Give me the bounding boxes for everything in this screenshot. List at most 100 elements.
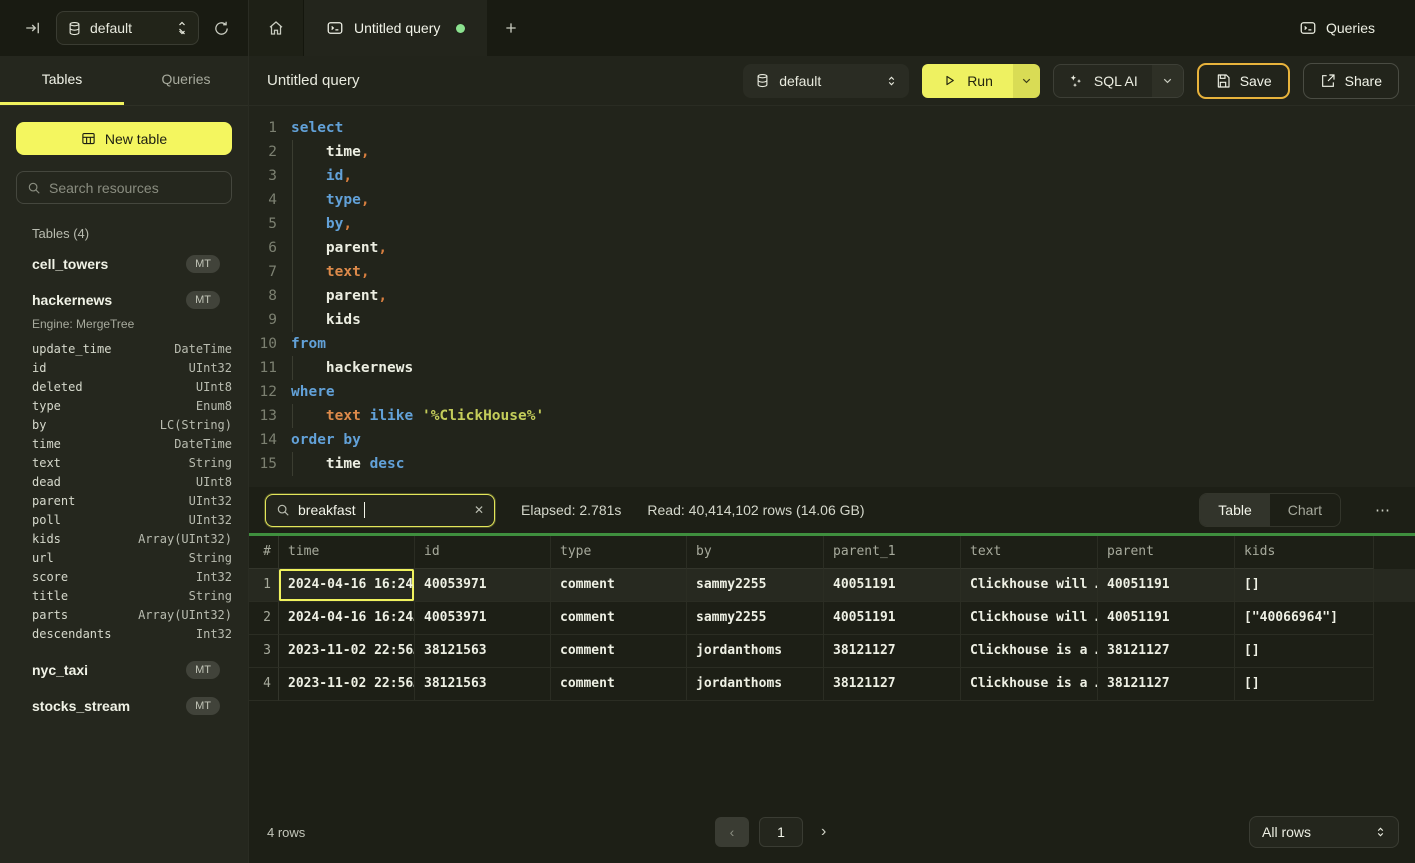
new-table-button[interactable]: New table — [16, 122, 232, 155]
table-cell[interactable]: Clickhouse will … — [961, 569, 1098, 602]
table-cell[interactable]: jordanthoms — [687, 668, 824, 701]
run-options-caret[interactable] — [1013, 64, 1040, 98]
collapse-sidebar-button[interactable] — [20, 15, 46, 41]
prev-page-button[interactable]: ‹ — [715, 817, 749, 847]
table-cell[interactable]: 40053971 — [415, 602, 551, 635]
table-cell[interactable]: 38121127 — [1098, 635, 1235, 668]
table-column-row[interactable]: byLC(String) — [16, 415, 232, 434]
new-tab-button[interactable] — [487, 0, 535, 56]
code-line[interactable]: 6 parent, — [249, 236, 1415, 260]
column-header-text[interactable]: text — [961, 536, 1098, 569]
queries-button[interactable]: Queries — [1283, 0, 1415, 56]
table-cell[interactable]: Clickhouse will … — [961, 602, 1098, 635]
more-options-button[interactable]: ⋯ — [1367, 497, 1399, 523]
table-column-row[interactable]: descendantsInt32 — [16, 624, 232, 643]
table-cell[interactable]: 40053971 — [415, 569, 551, 602]
table-column-row[interactable]: pollUInt32 — [16, 510, 232, 529]
table-cell[interactable]: [] — [1235, 635, 1374, 668]
column-header-parent[interactable]: parent — [1098, 536, 1235, 569]
column-header-type[interactable]: type — [551, 536, 687, 569]
table-cell[interactable]: 2023-11-02 22:56… — [279, 668, 415, 701]
table-cell[interactable]: comment — [551, 668, 687, 701]
table-cell[interactable]: [] — [1235, 569, 1374, 602]
run-button[interactable]: Run — [922, 64, 1040, 98]
table-cell[interactable]: sammy2255 — [687, 569, 824, 602]
clear-search-button[interactable]: ✕ — [474, 503, 484, 517]
table-cell[interactable]: 2023-11-02 22:56… — [279, 635, 415, 668]
sidebar-table-nyc_taxi[interactable]: nyc_taxiMT — [16, 653, 232, 687]
code-line[interactable]: 3 id, — [249, 164, 1415, 188]
share-button[interactable]: Share — [1303, 63, 1399, 99]
code-line[interactable]: 2 time, — [249, 140, 1415, 164]
table-cell[interactable]: jordanthoms — [687, 635, 824, 668]
view-toggle-table[interactable]: Table — [1200, 494, 1269, 526]
column-header-time[interactable]: time — [279, 536, 415, 569]
table-column-row[interactable]: typeEnum8 — [16, 396, 232, 415]
table-column-row[interactable]: deadUInt8 — [16, 472, 232, 491]
sql-ai-main[interactable]: SQL AI — [1054, 65, 1152, 97]
table-column-row[interactable]: textString — [16, 453, 232, 472]
table-cell[interactable]: 40051191 — [1098, 569, 1235, 602]
table-cell[interactable]: 38121127 — [1098, 668, 1235, 701]
sidebar-tab-tables[interactable]: Tables — [0, 56, 124, 105]
table-cell[interactable]: comment — [551, 635, 687, 668]
table-cell[interactable]: 38121563 — [415, 668, 551, 701]
table-column-row[interactable]: scoreInt32 — [16, 567, 232, 586]
table-cell[interactable]: sammy2255 — [687, 602, 824, 635]
sidebar-table-hackernews[interactable]: hackernewsMT — [16, 283, 232, 317]
results-search[interactable]: breakfast ✕ — [265, 494, 495, 527]
query-database-selector[interactable]: default — [743, 64, 909, 98]
table-cell[interactable]: 38121563 — [415, 635, 551, 668]
table-column-row[interactable]: deletedUInt8 — [16, 377, 232, 396]
table-cell[interactable]: 38121127 — [824, 635, 961, 668]
table-cell[interactable]: comment — [551, 602, 687, 635]
sidebar-tab-queries[interactable]: Queries — [124, 56, 248, 105]
table-column-row[interactable]: update_timeDateTime — [16, 339, 232, 358]
code-line[interactable]: 7 text, — [249, 260, 1415, 284]
sql-ai-button[interactable]: SQL AI — [1053, 64, 1184, 98]
code-line[interactable]: 10from — [249, 332, 1415, 356]
code-line[interactable]: 15 time desc — [249, 452, 1415, 476]
database-selector[interactable]: default — [56, 11, 199, 45]
table-cell[interactable]: 38121127 — [824, 668, 961, 701]
code-line[interactable]: 8 parent, — [249, 284, 1415, 308]
table-cell[interactable]: 40051191 — [824, 569, 961, 602]
table-cell[interactable]: Clickhouse is a … — [961, 668, 1098, 701]
table-column-row[interactable]: partsArray(UInt32) — [16, 605, 232, 624]
column-header-kids[interactable]: kids — [1235, 536, 1374, 569]
table-column-row[interactable]: idUInt32 — [16, 358, 232, 377]
table-cell[interactable]: Clickhouse is a … — [961, 635, 1098, 668]
view-toggle-chart[interactable]: Chart — [1270, 494, 1340, 526]
sidebar-table-cell_towers[interactable]: cell_towersMT — [16, 247, 232, 281]
tab-home[interactable] — [249, 0, 304, 56]
tab-untitled-query[interactable]: Untitled query — [304, 0, 487, 56]
page-number-input[interactable]: 1 — [759, 817, 803, 847]
table-cell[interactable]: 40051191 — [1098, 602, 1235, 635]
page-size-selector[interactable]: All rows — [1249, 816, 1399, 848]
code-line[interactable]: 11 hackernews — [249, 356, 1415, 380]
code-line[interactable]: 13 text ilike '%ClickHouse%' — [249, 404, 1415, 428]
code-line[interactable]: 1select — [249, 116, 1415, 140]
code-line[interactable]: 12where — [249, 380, 1415, 404]
table-cell[interactable]: [] — [1235, 668, 1374, 701]
table-cell[interactable]: ["40066964"] — [1235, 602, 1374, 635]
code-line[interactable]: 14order by — [249, 428, 1415, 452]
table-column-row[interactable]: urlString — [16, 548, 232, 567]
table-column-row[interactable]: titleString — [16, 586, 232, 605]
table-cell[interactable]: comment — [551, 569, 687, 602]
sql-ai-caret[interactable] — [1152, 65, 1183, 97]
column-header-by[interactable]: by — [687, 536, 824, 569]
sidebar-table-stocks_stream[interactable]: stocks_streamMT — [16, 689, 232, 723]
table-column-row[interactable]: kidsArray(UInt32) — [16, 529, 232, 548]
table-column-row[interactable]: parentUInt32 — [16, 491, 232, 510]
table-column-row[interactable]: timeDateTime — [16, 434, 232, 453]
column-header-num[interactable]: # — [249, 536, 279, 569]
sql-editor[interactable]: 1select2 time,3 id,4 type,5 by,6 parent,… — [249, 106, 1415, 487]
column-header-parent_1[interactable]: parent_1 — [824, 536, 961, 569]
next-page-button[interactable]: › — [813, 819, 834, 845]
column-header-id[interactable]: id — [415, 536, 551, 569]
table-cell[interactable]: 40051191 — [824, 602, 961, 635]
code-line[interactable]: 5 by, — [249, 212, 1415, 236]
save-button[interactable]: Save — [1197, 63, 1290, 99]
run-button-main[interactable]: Run — [922, 64, 1013, 98]
